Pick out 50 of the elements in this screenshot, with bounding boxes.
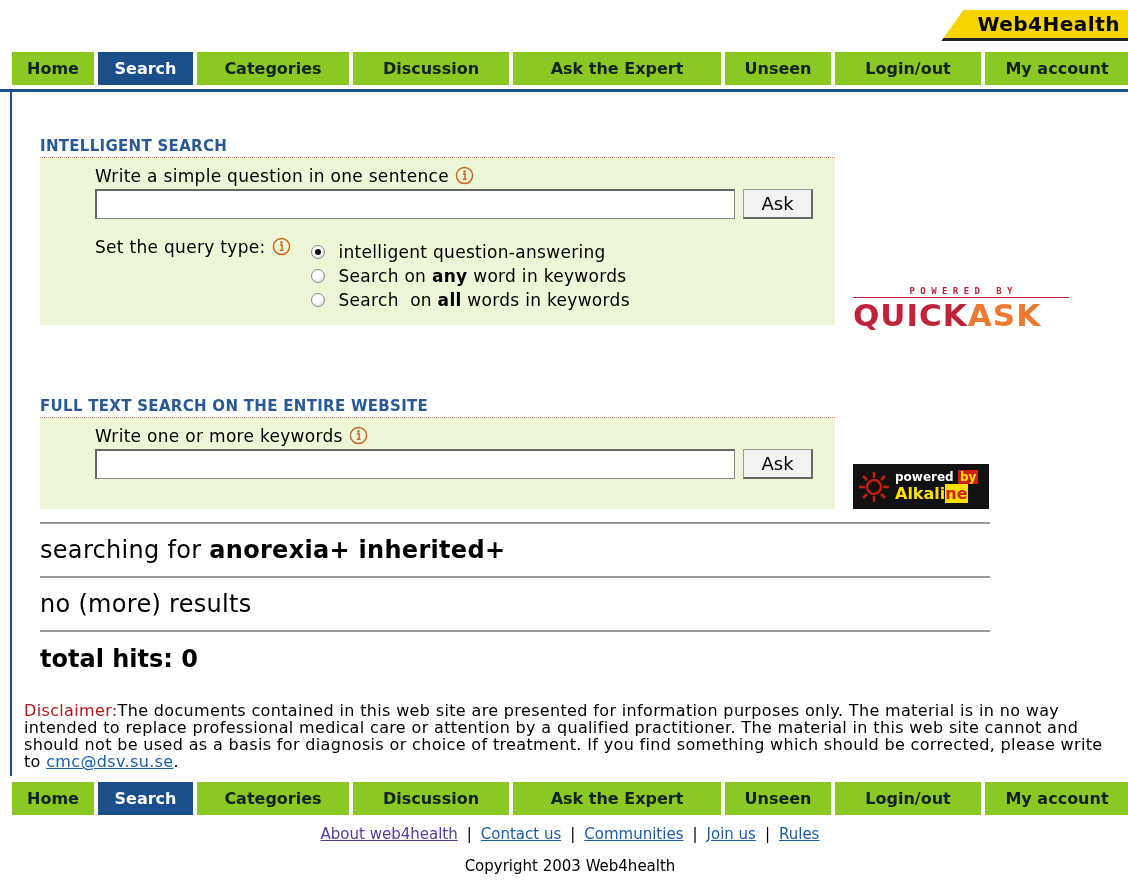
- ask-button[interactable]: Ask: [743, 449, 813, 480]
- option-label: Search on all words in keywords: [338, 290, 630, 310]
- status-text: no (more) results: [40, 590, 252, 619]
- nav-tab[interactable]: My account: [985, 782, 1128, 816]
- footer-link[interactable]: Communities: [584, 825, 684, 844]
- nav-tab[interactable]: Login/out: [835, 782, 981, 816]
- link-separator: |: [692, 825, 698, 844]
- footer-link[interactable]: Contact us: [480, 825, 562, 844]
- option-label: Search on any word in keywords: [338, 266, 627, 286]
- info-icon[interactable]: [454, 166, 474, 185]
- footer-link[interactable]: Rules: [778, 825, 820, 844]
- email-link[interactable]: cmc@dsv.su.se: [46, 752, 174, 772]
- nav-tab[interactable]: Categories: [197, 52, 349, 85]
- nav-tab[interactable]: Unseen: [725, 782, 831, 816]
- copyright-text: Copyright 2003 Web4health: [464, 857, 676, 876]
- nav-tab[interactable]: Discussion: [353, 782, 509, 816]
- nav-tab[interactable]: Search: [98, 782, 193, 816]
- nav-tab[interactable]: Categories: [197, 782, 349, 816]
- radio-button[interactable]: [310, 245, 325, 259]
- nav-tab[interactable]: Ask the Expert: [513, 782, 721, 816]
- quickask-logo: P O W E R E D B Y QUICKASK: [853, 286, 1069, 333]
- nav-tab[interactable]: Login/out: [835, 52, 981, 85]
- footer-link[interactable]: Join us: [706, 825, 756, 844]
- radio-button[interactable]: [310, 269, 325, 283]
- keywords-field[interactable]: [95, 449, 735, 480]
- link-separator: |: [466, 825, 472, 844]
- search-query-text: searching for anorexia+ inherited+: [40, 536, 506, 565]
- question-field[interactable]: [95, 189, 735, 219]
- field-label: Set the query type:: [95, 237, 266, 257]
- option-label: intelligent question-answering: [338, 242, 606, 262]
- field-label: Write a simple question in one sentence: [95, 166, 449, 186]
- site-logo[interactable]: Web4Health: [941, 10, 1128, 41]
- nav-tab[interactable]: Unseen: [725, 52, 831, 85]
- nav-tab[interactable]: Ask the Expert: [513, 52, 721, 85]
- nav-tab[interactable]: Search: [98, 52, 193, 85]
- nav-tab[interactable]: Discussion: [353, 52, 509, 85]
- nav-tab[interactable]: Home: [12, 52, 94, 85]
- alkaline-logo: powered by Alkaline: [853, 464, 989, 510]
- footer-link[interactable]: About web4health: [320, 825, 458, 844]
- field-label: Write one or more keywords: [95, 426, 343, 447]
- ask-button[interactable]: Ask: [743, 189, 813, 219]
- info-icon[interactable]: [348, 426, 368, 446]
- radio-button[interactable]: [310, 293, 325, 307]
- link-separator: |: [764, 825, 770, 844]
- nav-tab[interactable]: My account: [985, 52, 1128, 85]
- info-icon[interactable]: [271, 237, 291, 256]
- nav-tab[interactable]: Home: [12, 782, 94, 816]
- disclaimer-text: Disclaimer:The documents contained in this web site are presented for information purposes only. The material is in no way intended to replace professional medical care or attention by a qualified practitioner. The material in this web site cannot and should not be used as a basis for diagnosis or choice of treatment. If you find something which should be corrected, please write to cmc@dsv.su.se.: [24, 702, 1104, 771]
- link-separator: |: [570, 825, 576, 844]
- total-hits: total hits: 0: [40, 645, 198, 674]
